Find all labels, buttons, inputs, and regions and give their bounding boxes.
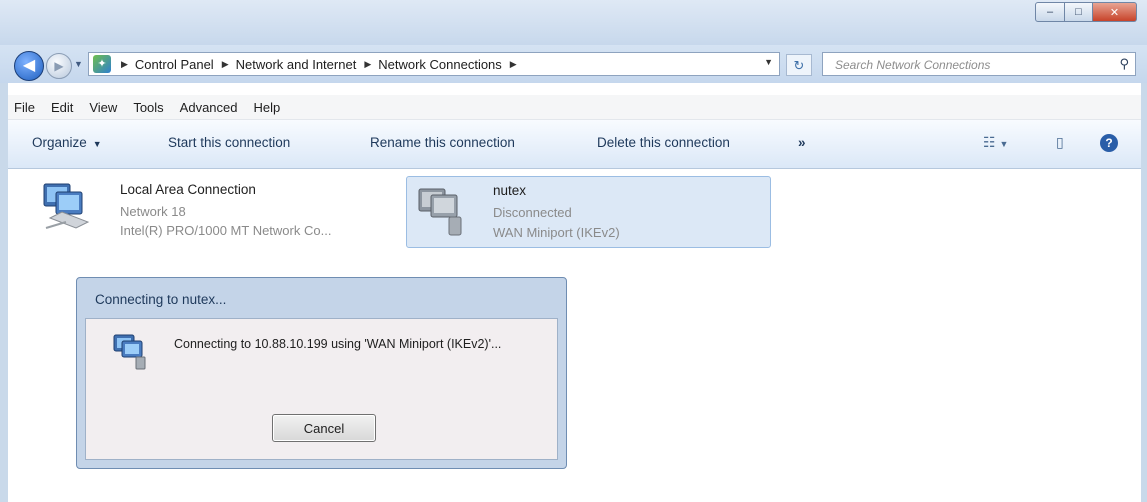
address-history-dropdown[interactable]: ▼ bbox=[764, 57, 773, 67]
search-input[interactable] bbox=[833, 54, 1107, 76]
change-view-icon[interactable]: ☷ ▼ bbox=[983, 134, 1008, 151]
close-button[interactable]: ✕ bbox=[1093, 2, 1137, 22]
network-connections-window: – □ ✕ ◀ ▶ ▼ ✦ ▶ Control Panel ▶ Network … bbox=[0, 0, 1147, 502]
search-box[interactable]: ⚲ bbox=[822, 52, 1136, 76]
breadcrumb: ▶ Control Panel ▶ Network and Internet ▶… bbox=[117, 57, 524, 72]
recent-pages-dropdown[interactable]: ▼ bbox=[74, 59, 83, 69]
breadcrumb-control-panel[interactable]: Control Panel bbox=[135, 57, 214, 72]
help-icon[interactable]: ? bbox=[1100, 134, 1118, 152]
caption-buttons: – □ ✕ bbox=[1035, 2, 1137, 22]
connection-device: Intel(R) PRO/1000 MT Network Co... bbox=[120, 223, 332, 238]
wan-miniport-icon bbox=[418, 188, 462, 236]
connecting-icon bbox=[113, 334, 146, 370]
start-connection-button[interactable]: Start this connection bbox=[168, 135, 290, 150]
rename-connection-button[interactable]: Rename this connection bbox=[370, 135, 515, 150]
menu-file[interactable]: File bbox=[14, 100, 35, 115]
menu-advanced[interactable]: Advanced bbox=[180, 100, 238, 115]
breadcrumb-arrow-icon[interactable]: ▶ bbox=[510, 59, 517, 70]
control-panel-icon: ✦ bbox=[93, 55, 111, 73]
connection-name: nutex bbox=[493, 183, 527, 198]
network-adapter-icon bbox=[43, 183, 90, 229]
connection-local-area[interactable]: Local Area Connection Network 18 Intel(R… bbox=[36, 178, 386, 244]
back-button[interactable]: ◀ bbox=[14, 51, 44, 81]
menu-view[interactable]: View bbox=[89, 100, 117, 115]
menu-bar: File Edit View Tools Advanced Help bbox=[8, 95, 1141, 120]
breadcrumb-arrow-icon[interactable]: ▶ bbox=[364, 59, 371, 70]
title-bar: – □ ✕ bbox=[0, 0, 1147, 45]
connecting-dialog: Connecting to nutex... Connecting to 10.… bbox=[76, 277, 567, 469]
connection-status: Network 18 bbox=[120, 204, 186, 219]
address-row: ◀ ▶ ▼ ✦ ▶ Control Panel ▶ Network and In… bbox=[0, 45, 1147, 83]
menu-help[interactable]: Help bbox=[254, 100, 281, 115]
command-bar: Organize ▼ Start this connection Rename t… bbox=[8, 120, 1141, 169]
connection-device: WAN Miniport (IKEv2) bbox=[493, 225, 620, 240]
chevron-down-icon: ▼ bbox=[92, 139, 102, 149]
dialog-message: Connecting to 10.88.10.199 using 'WAN Mi… bbox=[174, 337, 502, 351]
dialog-title: Connecting to nutex... bbox=[95, 292, 227, 307]
delete-connection-button[interactable]: Delete this connection bbox=[597, 135, 730, 150]
address-bar[interactable]: ✦ ▶ Control Panel ▶ Network and Internet… bbox=[88, 52, 780, 76]
connection-status: Disconnected bbox=[493, 205, 572, 220]
menu-tools[interactable]: Tools bbox=[133, 100, 163, 115]
forward-button[interactable]: ▶ bbox=[46, 53, 72, 79]
connection-name: Local Area Connection bbox=[120, 182, 256, 197]
breadcrumb-arrow-icon[interactable]: ▶ bbox=[121, 59, 128, 70]
minimize-button[interactable]: – bbox=[1035, 2, 1065, 22]
search-icon[interactable]: ⚲ bbox=[1119, 56, 1129, 72]
maximize-button[interactable]: □ bbox=[1065, 2, 1093, 22]
preview-pane-icon[interactable]: ▯ bbox=[1056, 134, 1064, 151]
menu-edit[interactable]: Edit bbox=[51, 100, 73, 115]
dialog-body: Connecting to 10.88.10.199 using 'WAN Mi… bbox=[85, 318, 558, 460]
breadcrumb-network-connections[interactable]: Network Connections bbox=[378, 57, 502, 72]
breadcrumb-arrow-icon[interactable]: ▶ bbox=[222, 59, 229, 70]
organize-label: Organize bbox=[32, 135, 87, 150]
organize-button[interactable]: Organize ▼ bbox=[32, 135, 102, 150]
breadcrumb-network-and-internet[interactable]: Network and Internet bbox=[236, 57, 357, 72]
cancel-button[interactable]: Cancel bbox=[272, 414, 376, 442]
connection-nutex[interactable]: nutex Disconnected WAN Miniport (IKEv2) bbox=[406, 176, 771, 248]
more-commands-button[interactable]: » bbox=[798, 135, 806, 150]
refresh-button[interactable]: ↻ bbox=[786, 54, 812, 76]
